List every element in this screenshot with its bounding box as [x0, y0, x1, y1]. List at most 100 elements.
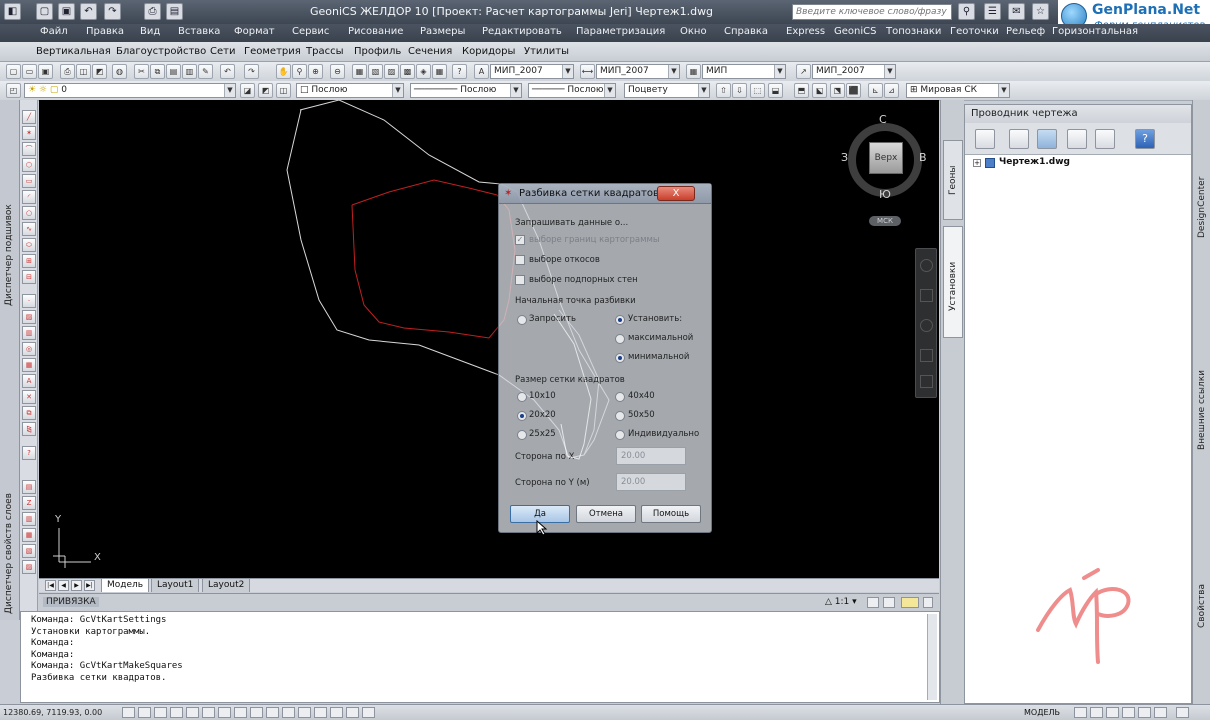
- lineweight-display-icon[interactable]: [266, 707, 279, 718]
- menu-item-sections[interactable]: Сечения: [408, 46, 452, 57]
- menu-item-edit[interactable]: Правка: [86, 26, 124, 37]
- clean-screen-icon[interactable]: [1176, 707, 1189, 718]
- object-snap-icon[interactable]: [186, 707, 199, 718]
- showmotion-icon[interactable]: [920, 375, 933, 388]
- explorer-properties-icon[interactable]: [1095, 129, 1115, 149]
- isolate-objects-icon[interactable]: [362, 707, 375, 718]
- ucs-3point-icon[interactable]: ⬔: [830, 83, 845, 98]
- dialog-close-button[interactable]: X: [657, 186, 695, 201]
- print-toolbar-icon[interactable]: ⎙: [60, 64, 75, 79]
- menu-item-dimensions[interactable]: Размеры: [420, 26, 465, 37]
- geons-tab[interactable]: Геоны: [943, 140, 963, 220]
- command-scrollbar[interactable]: [927, 614, 937, 700]
- annotation-scale[interactable]: △ 1:1 ▾: [825, 597, 857, 607]
- properties-icon[interactable]: ▦: [352, 64, 367, 79]
- markup-icon[interactable]: ◈: [416, 64, 431, 79]
- menu-item-geometry[interactable]: Геометрия: [244, 46, 301, 57]
- explorer-filter-icon[interactable]: [1067, 129, 1087, 149]
- polygon-tool-icon[interactable]: ⬡: [22, 158, 36, 172]
- grid-mode-icon[interactable]: [138, 707, 151, 718]
- mtext-tool-icon[interactable]: A: [22, 374, 36, 388]
- menu-item-parametric[interactable]: Параметризация: [576, 26, 665, 37]
- preview-icon[interactable]: ◫: [76, 64, 91, 79]
- layer-properties-manager-tab[interactable]: Диспетчер свойств слоев: [4, 493, 14, 614]
- polar-tracking-icon[interactable]: [170, 707, 183, 718]
- menu-item-modify[interactable]: Редактировать: [482, 26, 562, 37]
- viewcube-south[interactable]: Ю: [879, 188, 891, 201]
- otrack-icon[interactable]: [218, 707, 231, 718]
- geonics-tool-4-icon[interactable]: ▦: [22, 528, 36, 542]
- multileader-style-icon[interactable]: ↗: [796, 64, 811, 79]
- last-tab-icon[interactable]: ▶|: [84, 580, 95, 591]
- explorer-help-icon[interactable]: ?: [1135, 129, 1155, 149]
- ucs-origin-icon[interactable]: ⬕: [812, 83, 827, 98]
- sheet-set-icon[interactable]: ▩: [400, 64, 415, 79]
- favorites-star-icon[interactable]: ☆: [1032, 3, 1049, 20]
- geonics-tool-5-icon[interactable]: ▧: [22, 544, 36, 558]
- next-tab-icon[interactable]: ▶: [71, 580, 82, 591]
- quick-view-layouts-icon[interactable]: [1074, 707, 1087, 718]
- line-tool-icon[interactable]: ╱: [22, 110, 36, 124]
- zoom-window-icon[interactable]: ⊕: [308, 64, 323, 79]
- pan-nav-icon[interactable]: [920, 289, 933, 302]
- tab-model[interactable]: Модель: [101, 579, 150, 592]
- calculator-icon[interactable]: ▦: [432, 64, 447, 79]
- color-select[interactable]: □ Послою ▼: [296, 83, 404, 98]
- design-center-icon[interactable]: ▧: [368, 64, 383, 79]
- menu-item-routes[interactable]: Трассы: [306, 46, 343, 57]
- menu-item-geopoints[interactable]: Геоточки: [950, 26, 999, 37]
- help-tool-icon[interactable]: ?: [22, 446, 36, 460]
- prev-tab-icon[interactable]: ◀: [58, 580, 69, 591]
- menu-item-horizontal[interactable]: Горизонтальная: [1052, 26, 1138, 37]
- tab-layout2[interactable]: Layout2: [202, 579, 251, 592]
- snap-mode-icon[interactable]: [122, 707, 135, 718]
- viewcube-top-face[interactable]: Верх: [869, 142, 903, 174]
- menu-item-insert[interactable]: Вставка: [178, 26, 220, 37]
- quick-view-drawings-icon[interactable]: [1090, 707, 1103, 718]
- explorer-settings-icon[interactable]: [975, 129, 995, 149]
- zoom-nav-icon[interactable]: [920, 319, 933, 332]
- viewcube-north[interactable]: С: [879, 113, 887, 126]
- gradient-tool-icon[interactable]: ▥: [22, 326, 36, 340]
- zoom-previous-icon[interactable]: ⊖: [330, 64, 345, 79]
- dynamic-input-icon[interactable]: [250, 707, 263, 718]
- print-icon[interactable]: ⎙: [144, 3, 161, 20]
- menu-item-file[interactable]: Файл: [40, 26, 68, 37]
- zoom-realtime-icon[interactable]: ⚲: [292, 64, 307, 79]
- viewcube-east[interactable]: В: [919, 151, 927, 164]
- menu-item-utilities[interactable]: Утилиты: [524, 46, 569, 57]
- table-style-select[interactable]: МИП ▼: [702, 64, 786, 79]
- quick-properties-icon[interactable]: [298, 707, 311, 718]
- redo-icon[interactable]: ↷: [104, 3, 121, 20]
- layer-state-icon[interactable]: ◫: [276, 83, 291, 98]
- menu-item-help[interactable]: Справка: [724, 26, 768, 37]
- menu-item-express[interactable]: Express: [786, 26, 825, 37]
- new-file-icon[interactable]: ▢: [36, 3, 53, 20]
- app-menu-icon[interactable]: ◧: [4, 3, 21, 20]
- first-tab-icon[interactable]: |◀: [45, 580, 56, 591]
- menu-item-view[interactable]: Вид: [140, 26, 160, 37]
- ucs-named-icon[interactable]: ⬒: [794, 83, 809, 98]
- geonics-tool-6-icon[interactable]: ▨: [22, 560, 36, 574]
- new-icon[interactable]: ▢: [6, 64, 21, 79]
- expand-icon[interactable]: +: [973, 159, 981, 167]
- make-current-icon[interactable]: ◪: [240, 83, 255, 98]
- help-toolbar-icon[interactable]: ?: [452, 64, 467, 79]
- transparency-icon[interactable]: [282, 707, 295, 718]
- menu-item-service[interactable]: Сервис: [292, 26, 329, 37]
- dim-style-select[interactable]: МИП_2007 ▼: [596, 64, 680, 79]
- save-icon[interactable]: ▣: [58, 3, 75, 20]
- paste-block-icon[interactable]: ▥: [182, 64, 197, 79]
- ucs-world-icon[interactable]: ⬚: [750, 83, 765, 98]
- tool-palettes-icon[interactable]: ▨: [384, 64, 399, 79]
- ucs-down-icon[interactable]: ⇩: [732, 83, 747, 98]
- dwf-icon[interactable]: ◍: [112, 64, 127, 79]
- menu-item-networks[interactable]: Сети: [210, 46, 235, 57]
- explorer-view-icon[interactable]: [1037, 129, 1057, 149]
- subscription-icon[interactable]: ☰: [984, 3, 1001, 20]
- ucs-view-icon[interactable]: ⬛: [846, 83, 861, 98]
- undo-icon[interactable]: ↶: [80, 3, 97, 20]
- copy-tool-icon[interactable]: ⧉: [22, 406, 36, 420]
- circle-tool-icon[interactable]: ○: [22, 206, 36, 220]
- save-toolbar-icon[interactable]: ▣: [38, 64, 53, 79]
